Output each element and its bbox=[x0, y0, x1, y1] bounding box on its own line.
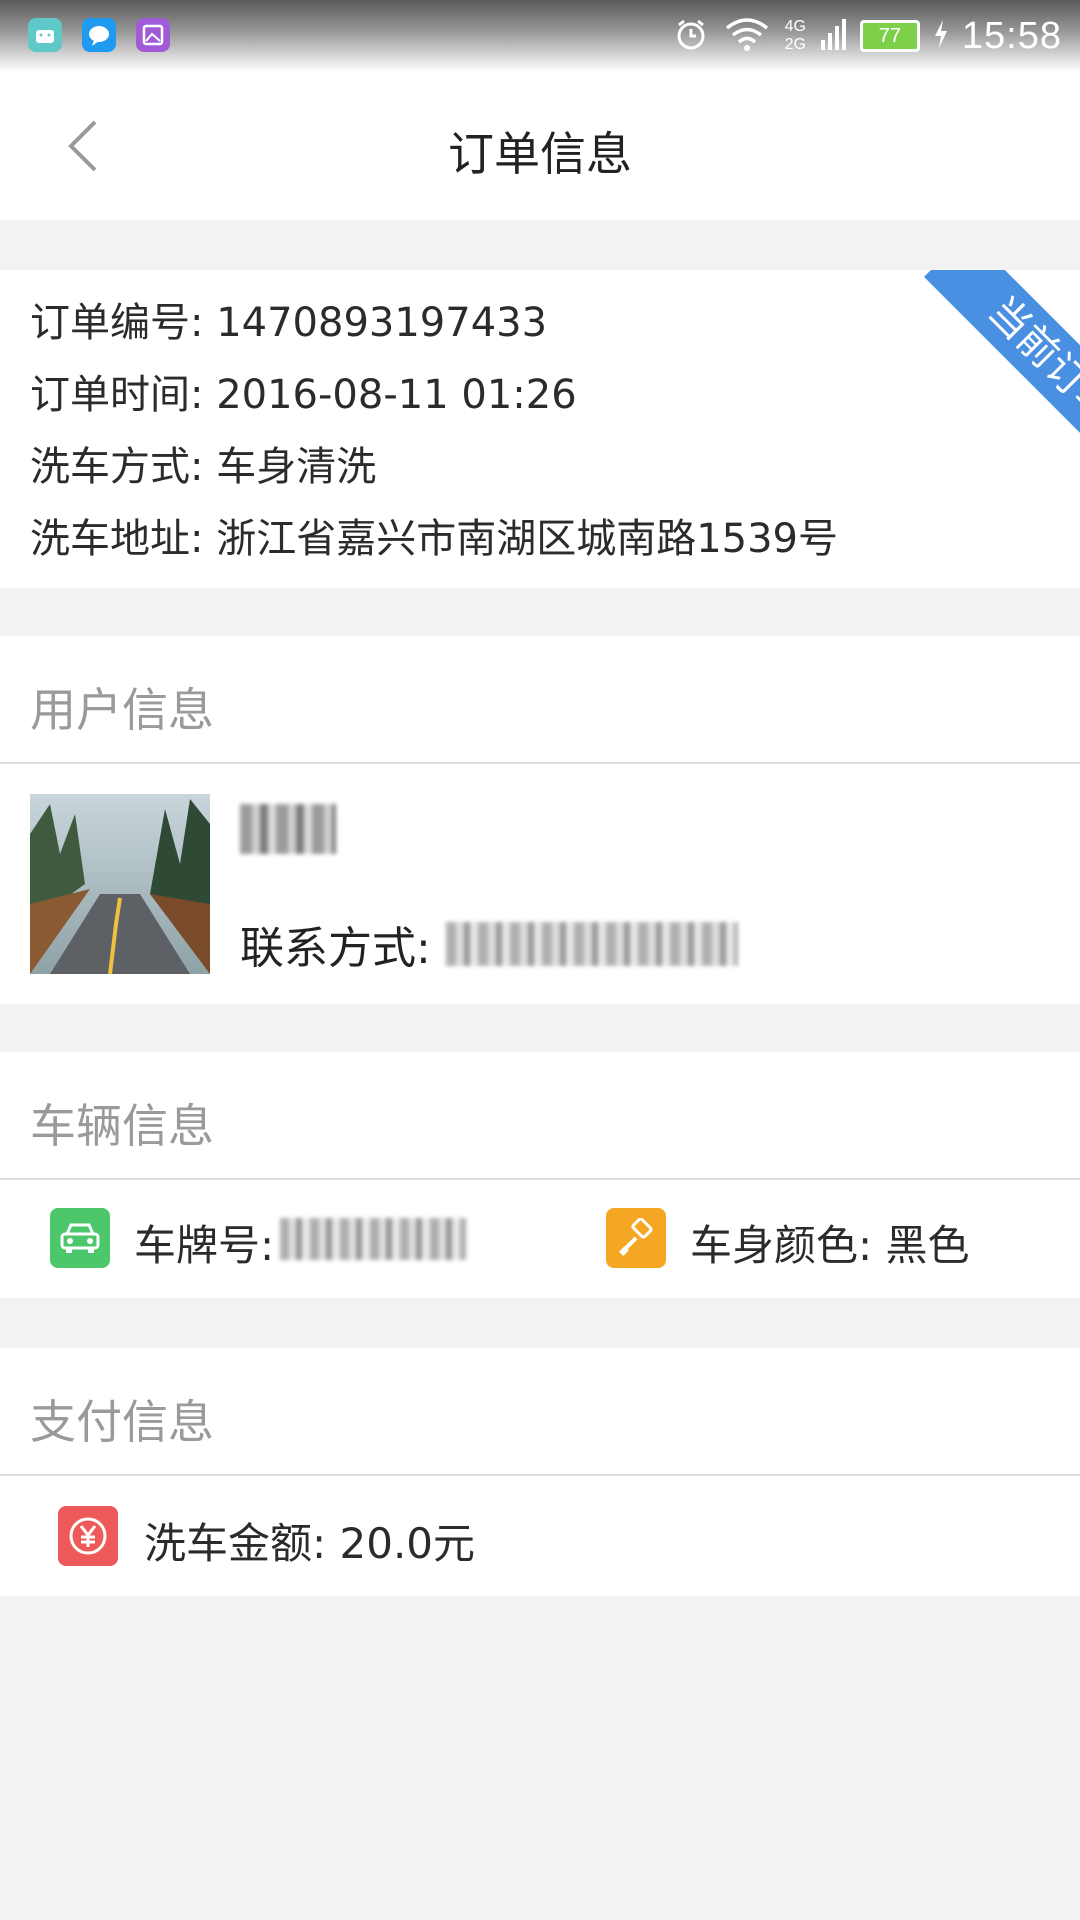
network-4g-label: 4G bbox=[784, 18, 806, 35]
body-color-label: 车身颜色: bbox=[690, 1221, 873, 1270]
user-info-title: 用户信息 bbox=[30, 683, 214, 737]
vehicle-info-header: 车辆信息 bbox=[0, 1052, 1080, 1180]
ribbon-label: 当前订单 bbox=[924, 270, 1080, 460]
wash-address-label: 洗车地址: bbox=[30, 516, 204, 562]
user-info-body: 联系方式: bbox=[0, 764, 1080, 1004]
wifi-icon bbox=[723, 16, 771, 56]
user-info-header: 用户信息 bbox=[0, 636, 1080, 764]
nav-bar: 订单信息 bbox=[0, 72, 1080, 220]
wash-method-value: 车身清洗 bbox=[216, 444, 377, 490]
yuan-icon bbox=[58, 1506, 118, 1566]
android-app-icon bbox=[28, 18, 62, 52]
wash-amount-row: 洗车金额: 20.0元 bbox=[144, 1510, 475, 1571]
payment-info-title: 支付信息 bbox=[30, 1395, 214, 1449]
battery-level: 77 bbox=[878, 24, 902, 47]
plate-number-blurred bbox=[280, 1218, 466, 1260]
wash-amount-label: 洗车金额: bbox=[144, 1519, 327, 1568]
status-icons: 4G 2G 77 15:58 bbox=[673, 12, 1062, 60]
car-icon bbox=[50, 1208, 110, 1268]
wash-address-row: 洗车地址: 浙江省嘉兴市南湖区城南路1539号 bbox=[30, 506, 838, 564]
page-title: 订单信息 bbox=[448, 127, 632, 181]
payment-info-header: 支付信息 bbox=[0, 1348, 1080, 1476]
wash-method-row: 洗车方式: 车身清洗 bbox=[30, 434, 376, 492]
status-time: 15:58 bbox=[961, 14, 1062, 57]
current-order-ribbon: 当前订单 bbox=[880, 270, 1080, 460]
plate-label: 车牌号: bbox=[134, 1221, 275, 1270]
network-type-label: 4G 2G bbox=[785, 18, 806, 54]
order-number-row: 订单编号: 1470893197433 bbox=[30, 290, 547, 348]
order-info-card: 订单编号: 1470893197433 订单时间: 2016-08-11 01:… bbox=[0, 270, 1080, 588]
wash-method-label: 洗车方式: bbox=[30, 444, 204, 490]
paint-roller-icon bbox=[606, 1208, 666, 1268]
payment-info-body: 洗车金额: 20.0元 bbox=[0, 1476, 1080, 1596]
gallery-app-icon bbox=[136, 18, 170, 52]
signal-icon bbox=[820, 16, 846, 56]
vehicle-info-title: 车辆信息 bbox=[30, 1099, 214, 1153]
contact-label: 联系方式: bbox=[240, 923, 431, 974]
order-number-label: 订单编号: bbox=[30, 300, 204, 346]
order-time-value: 2016-08-11 01:26 bbox=[216, 372, 577, 418]
wash-amount-value: 20.0元 bbox=[339, 1519, 476, 1568]
contact-phone-blurred bbox=[446, 922, 738, 966]
body-color-value: 黑色 bbox=[885, 1221, 970, 1270]
status-bar: 4G 2G 77 15:58 bbox=[0, 0, 1080, 72]
user-name-blurred bbox=[240, 804, 336, 854]
body-color-row: 车身颜色: 黑色 bbox=[690, 1212, 970, 1273]
alarm-icon bbox=[673, 16, 709, 56]
order-time-row: 订单时间: 2016-08-11 01:26 bbox=[30, 362, 577, 420]
order-number-value: 1470893197433 bbox=[216, 300, 548, 346]
order-time-label: 订单时间: bbox=[30, 372, 204, 418]
battery-icon: 77 bbox=[859, 20, 920, 52]
chat-app-icon bbox=[82, 18, 116, 52]
wash-address-value: 浙江省嘉兴市南湖区城南路1539号 bbox=[216, 516, 838, 562]
vehicle-info-body: 车牌号: 车身颜色: 黑色 bbox=[0, 1180, 1080, 1298]
avatar[interactable] bbox=[30, 794, 210, 974]
network-2g-label: 2G bbox=[784, 36, 806, 53]
charging-icon bbox=[934, 19, 948, 53]
